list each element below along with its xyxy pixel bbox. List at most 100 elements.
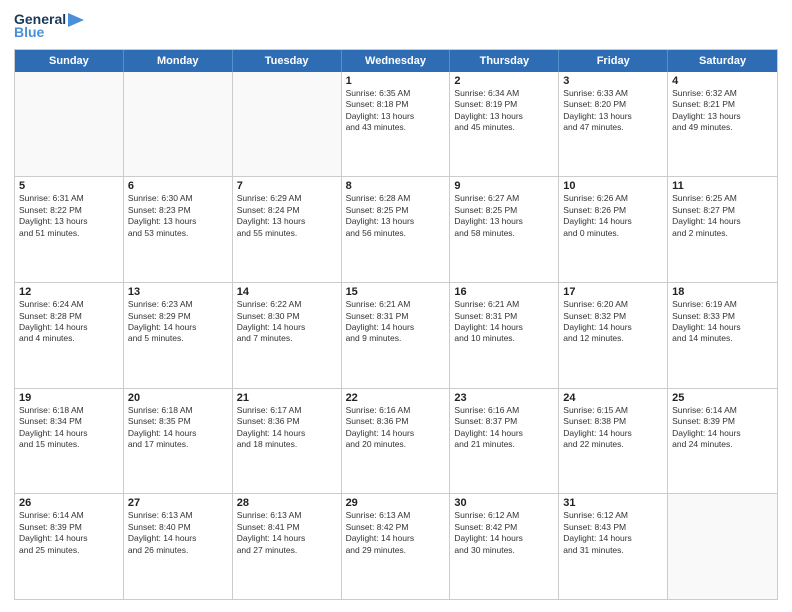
day-cell: 15Sunrise: 6:21 AM Sunset: 8:31 PM Dayli… [342, 283, 451, 388]
day-cell: 11Sunrise: 6:25 AM Sunset: 8:27 PM Dayli… [668, 177, 777, 282]
day-number: 12 [19, 286, 119, 298]
day-info: Sunrise: 6:17 AM Sunset: 8:36 PM Dayligh… [237, 405, 337, 451]
day-cell: 26Sunrise: 6:14 AM Sunset: 8:39 PM Dayli… [15, 494, 124, 599]
calendar-page: General Blue SundayMondayTuesdayWednesda… [0, 0, 792, 612]
day-info: Sunrise: 6:12 AM Sunset: 8:42 PM Dayligh… [454, 510, 554, 556]
day-cell: 17Sunrise: 6:20 AM Sunset: 8:32 PM Dayli… [559, 283, 668, 388]
day-number: 6 [128, 180, 228, 192]
page-header: General Blue [14, 12, 778, 41]
day-cell: 24Sunrise: 6:15 AM Sunset: 8:38 PM Dayli… [559, 389, 668, 494]
calendar-row: 1Sunrise: 6:35 AM Sunset: 8:18 PM Daylig… [15, 72, 777, 178]
day-cell: 8Sunrise: 6:28 AM Sunset: 8:25 PM Daylig… [342, 177, 451, 282]
calendar: SundayMondayTuesdayWednesdayThursdayFrid… [14, 49, 778, 600]
day-info: Sunrise: 6:16 AM Sunset: 8:36 PM Dayligh… [346, 405, 446, 451]
day-info: Sunrise: 6:24 AM Sunset: 8:28 PM Dayligh… [19, 299, 119, 345]
day-cell: 29Sunrise: 6:13 AM Sunset: 8:42 PM Dayli… [342, 494, 451, 599]
day-info: Sunrise: 6:19 AM Sunset: 8:33 PM Dayligh… [672, 299, 773, 345]
day-cell: 10Sunrise: 6:26 AM Sunset: 8:26 PM Dayli… [559, 177, 668, 282]
day-info: Sunrise: 6:18 AM Sunset: 8:34 PM Dayligh… [19, 405, 119, 451]
logo-blue: Blue [14, 25, 44, 40]
day-info: Sunrise: 6:14 AM Sunset: 8:39 PM Dayligh… [672, 405, 773, 451]
day-number: 3 [563, 75, 663, 87]
calendar-row: 5Sunrise: 6:31 AM Sunset: 8:22 PM Daylig… [15, 177, 777, 283]
day-number: 29 [346, 497, 446, 509]
day-info: Sunrise: 6:25 AM Sunset: 8:27 PM Dayligh… [672, 193, 773, 239]
empty-cell [233, 72, 342, 177]
day-info: Sunrise: 6:23 AM Sunset: 8:29 PM Dayligh… [128, 299, 228, 345]
day-cell: 19Sunrise: 6:18 AM Sunset: 8:34 PM Dayli… [15, 389, 124, 494]
day-number: 21 [237, 392, 337, 404]
day-info: Sunrise: 6:18 AM Sunset: 8:35 PM Dayligh… [128, 405, 228, 451]
day-number: 2 [454, 75, 554, 87]
weekday-header: Saturday [668, 50, 777, 72]
day-cell: 4Sunrise: 6:32 AM Sunset: 8:21 PM Daylig… [668, 72, 777, 177]
day-cell: 20Sunrise: 6:18 AM Sunset: 8:35 PM Dayli… [124, 389, 233, 494]
day-info: Sunrise: 6:31 AM Sunset: 8:22 PM Dayligh… [19, 193, 119, 239]
day-info: Sunrise: 6:26 AM Sunset: 8:26 PM Dayligh… [563, 193, 663, 239]
day-info: Sunrise: 6:16 AM Sunset: 8:37 PM Dayligh… [454, 405, 554, 451]
day-number: 23 [454, 392, 554, 404]
weekday-header: Wednesday [342, 50, 451, 72]
calendar-row: 12Sunrise: 6:24 AM Sunset: 8:28 PM Dayli… [15, 283, 777, 389]
logo: General Blue [14, 12, 84, 41]
day-number: 11 [672, 180, 773, 192]
day-number: 1 [346, 75, 446, 87]
day-info: Sunrise: 6:34 AM Sunset: 8:19 PM Dayligh… [454, 88, 554, 134]
day-info: Sunrise: 6:33 AM Sunset: 8:20 PM Dayligh… [563, 88, 663, 134]
weekday-header: Tuesday [233, 50, 342, 72]
day-cell: 23Sunrise: 6:16 AM Sunset: 8:37 PM Dayli… [450, 389, 559, 494]
day-number: 31 [563, 497, 663, 509]
day-info: Sunrise: 6:32 AM Sunset: 8:21 PM Dayligh… [672, 88, 773, 134]
day-cell: 5Sunrise: 6:31 AM Sunset: 8:22 PM Daylig… [15, 177, 124, 282]
day-number: 9 [454, 180, 554, 192]
empty-cell [124, 72, 233, 177]
day-cell: 14Sunrise: 6:22 AM Sunset: 8:30 PM Dayli… [233, 283, 342, 388]
day-number: 30 [454, 497, 554, 509]
day-info: Sunrise: 6:21 AM Sunset: 8:31 PM Dayligh… [346, 299, 446, 345]
day-number: 19 [19, 392, 119, 404]
day-cell: 7Sunrise: 6:29 AM Sunset: 8:24 PM Daylig… [233, 177, 342, 282]
weekday-header: Thursday [450, 50, 559, 72]
logo-container: General Blue [14, 12, 84, 41]
day-number: 17 [563, 286, 663, 298]
day-number: 14 [237, 286, 337, 298]
day-number: 18 [672, 286, 773, 298]
day-cell: 13Sunrise: 6:23 AM Sunset: 8:29 PM Dayli… [124, 283, 233, 388]
day-number: 4 [672, 75, 773, 87]
day-cell: 18Sunrise: 6:19 AM Sunset: 8:33 PM Dayli… [668, 283, 777, 388]
empty-cell [668, 494, 777, 599]
weekday-header: Friday [559, 50, 668, 72]
day-number: 10 [563, 180, 663, 192]
day-number: 25 [672, 392, 773, 404]
day-info: Sunrise: 6:15 AM Sunset: 8:38 PM Dayligh… [563, 405, 663, 451]
day-number: 13 [128, 286, 228, 298]
day-cell: 31Sunrise: 6:12 AM Sunset: 8:43 PM Dayli… [559, 494, 668, 599]
day-number: 24 [563, 392, 663, 404]
calendar-body: 1Sunrise: 6:35 AM Sunset: 8:18 PM Daylig… [15, 72, 777, 599]
day-info: Sunrise: 6:35 AM Sunset: 8:18 PM Dayligh… [346, 88, 446, 134]
day-info: Sunrise: 6:27 AM Sunset: 8:25 PM Dayligh… [454, 193, 554, 239]
day-info: Sunrise: 6:13 AM Sunset: 8:41 PM Dayligh… [237, 510, 337, 556]
day-info: Sunrise: 6:20 AM Sunset: 8:32 PM Dayligh… [563, 299, 663, 345]
day-cell: 21Sunrise: 6:17 AM Sunset: 8:36 PM Dayli… [233, 389, 342, 494]
day-cell: 12Sunrise: 6:24 AM Sunset: 8:28 PM Dayli… [15, 283, 124, 388]
empty-cell [15, 72, 124, 177]
day-number: 5 [19, 180, 119, 192]
day-info: Sunrise: 6:21 AM Sunset: 8:31 PM Dayligh… [454, 299, 554, 345]
day-number: 26 [19, 497, 119, 509]
day-info: Sunrise: 6:13 AM Sunset: 8:40 PM Dayligh… [128, 510, 228, 556]
day-number: 15 [346, 286, 446, 298]
weekday-header: Monday [124, 50, 233, 72]
calendar-row: 26Sunrise: 6:14 AM Sunset: 8:39 PM Dayli… [15, 494, 777, 599]
weekday-header: Sunday [15, 50, 124, 72]
day-cell: 22Sunrise: 6:16 AM Sunset: 8:36 PM Dayli… [342, 389, 451, 494]
day-cell: 6Sunrise: 6:30 AM Sunset: 8:23 PM Daylig… [124, 177, 233, 282]
day-number: 16 [454, 286, 554, 298]
day-cell: 27Sunrise: 6:13 AM Sunset: 8:40 PM Dayli… [124, 494, 233, 599]
day-cell: 25Sunrise: 6:14 AM Sunset: 8:39 PM Dayli… [668, 389, 777, 494]
day-cell: 28Sunrise: 6:13 AM Sunset: 8:41 PM Dayli… [233, 494, 342, 599]
day-cell: 9Sunrise: 6:27 AM Sunset: 8:25 PM Daylig… [450, 177, 559, 282]
day-info: Sunrise: 6:13 AM Sunset: 8:42 PM Dayligh… [346, 510, 446, 556]
day-cell: 3Sunrise: 6:33 AM Sunset: 8:20 PM Daylig… [559, 72, 668, 177]
day-info: Sunrise: 6:28 AM Sunset: 8:25 PM Dayligh… [346, 193, 446, 239]
